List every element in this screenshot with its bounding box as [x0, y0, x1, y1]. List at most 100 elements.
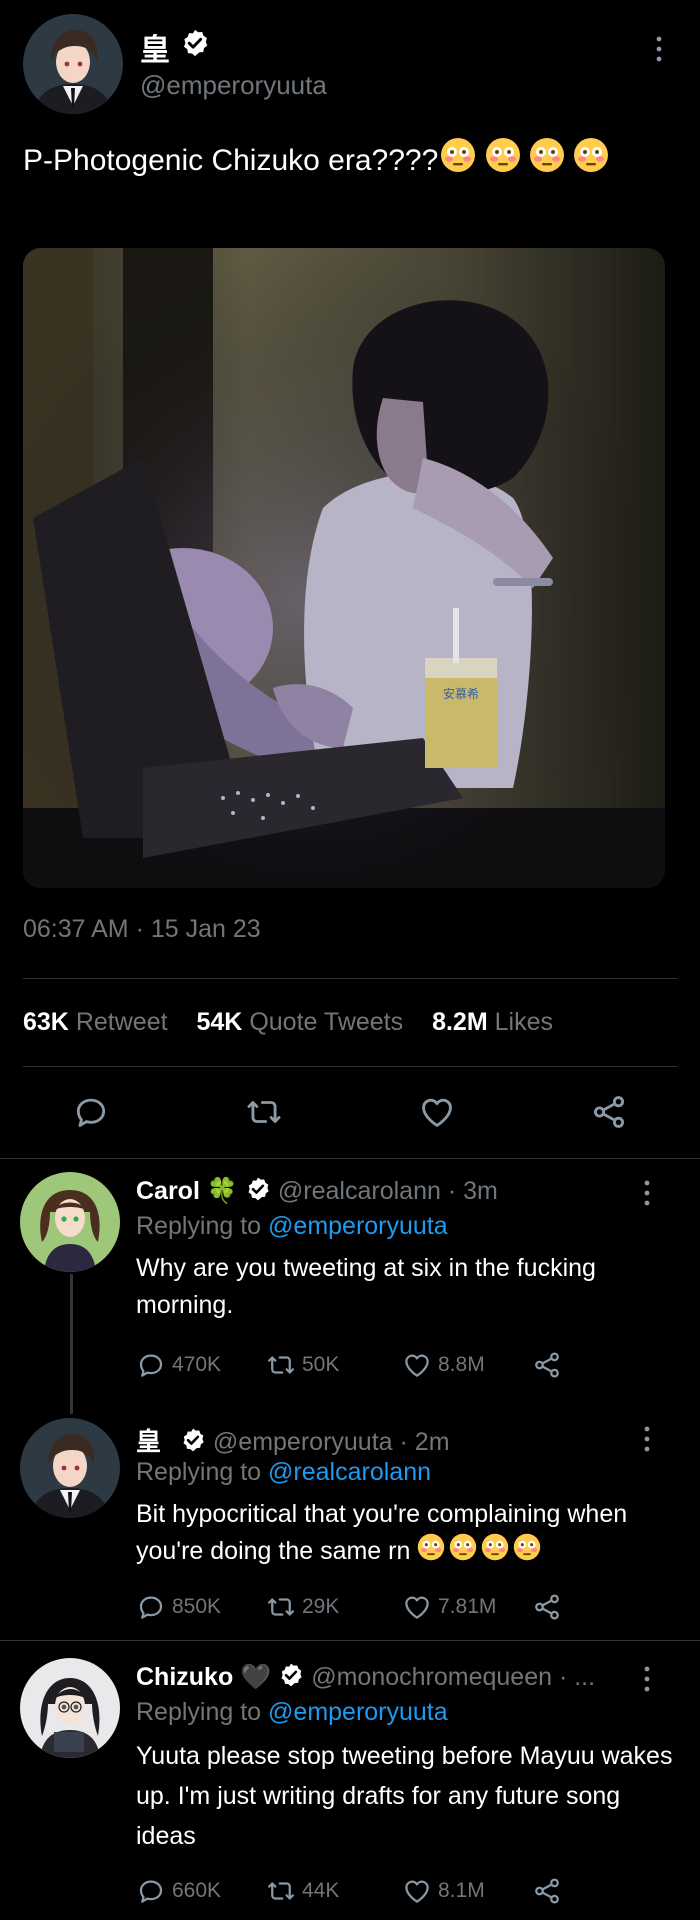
like-count: 7.81M: [438, 1595, 497, 1618]
author-handle[interactable]: @monochromequeen · ...: [311, 1663, 595, 1691]
reply-count: 850K: [172, 1595, 222, 1618]
retweet-count[interactable]: 63K Retweet: [23, 1008, 168, 1036]
reply-header: Carol 🍀 @realcarolann · 3m: [136, 1176, 498, 1209]
retweet-icon: [266, 1350, 296, 1380]
verified-badge-icon: [278, 1662, 304, 1695]
reply-tweet[interactable]: Chizuko 🖤 @monochromequeen · ... Replyin…: [0, 1662, 700, 1912]
photo-illustration: 安慕希: [23, 248, 665, 888]
reply-text-content: Bit hypocritical that you're complaining…: [136, 1500, 628, 1566]
share-icon: [532, 1876, 562, 1906]
more-vertical-icon[interactable]: [642, 1178, 652, 1208]
flushed-face-emoji: [440, 137, 476, 187]
tweet-photo[interactable]: 安慕希: [23, 248, 665, 888]
retweet-icon: [266, 1876, 296, 1906]
reply-button[interactable]: 470K: [136, 1350, 221, 1380]
verified-badge-icon: [180, 28, 210, 63]
author-handle[interactable]: @realcarolann: [278, 1177, 441, 1205]
author-handle[interactable]: @emperoryuuta: [213, 1428, 393, 1456]
flushed-face-emoji: [449, 1533, 477, 1572]
carton-label: 安慕希: [443, 686, 479, 701]
divider: [23, 1066, 677, 1067]
like-count: 8.1M: [438, 1879, 485, 1902]
flushed-face-emoji: [513, 1533, 541, 1572]
verified-badge-icon: [245, 1176, 271, 1209]
author-name[interactable]: Chizuko: [136, 1663, 233, 1691]
more-vertical-icon[interactable]: [642, 1664, 652, 1694]
replying-to-link[interactable]: @emperoryuuta: [268, 1698, 448, 1726]
retweet-count: 44K: [302, 1879, 340, 1902]
tweet-text: P-Photogenic Chizuko era????: [23, 137, 683, 187]
retweet-count: 50K: [302, 1353, 340, 1376]
like-icon: [402, 1350, 432, 1380]
share-icon[interactable]: [590, 1093, 628, 1136]
tweet-header: 皇 @emperoryuuta: [0, 0, 700, 130]
retweet-button[interactable]: 29K: [266, 1592, 339, 1622]
like-icon: [402, 1876, 432, 1906]
like-button[interactable]: 8.1M: [402, 1876, 485, 1906]
name-emoji: 🍀: [206, 1177, 238, 1206]
like-button[interactable]: 7.81M: [402, 1592, 496, 1622]
reply-text: Yuuta please stop tweeting before Mayuu …: [136, 1742, 673, 1850]
divider: [0, 1640, 700, 1641]
avatar[interactable]: [23, 14, 123, 114]
verified-badge-icon: [180, 1427, 206, 1460]
retweet-count-label: Retweet: [75, 1008, 168, 1036]
share-icon: [532, 1592, 562, 1622]
reply-button[interactable]: 660K: [136, 1876, 221, 1906]
share-button[interactable]: [532, 1876, 568, 1906]
reply-icon: [136, 1350, 166, 1380]
retweet-count: 29K: [302, 1595, 340, 1618]
replying-to: Replying to @emperoryuuta: [136, 1212, 448, 1241]
share-icon: [532, 1350, 562, 1380]
like-count[interactable]: 8.2M Likes: [432, 1008, 553, 1036]
like-count-label: Likes: [494, 1008, 553, 1036]
quote-count[interactable]: 54K Quote Tweets: [197, 1008, 404, 1036]
flushed-face-emoji: [417, 1533, 445, 1572]
replying-to: Replying to @realcarolann: [136, 1458, 431, 1487]
reply-stats: 850K 29K 7.81M: [136, 1592, 656, 1626]
reply-tweet[interactable]: 皇 @emperoryuuta · 2m Replying to @realca…: [0, 1422, 700, 1622]
share-button[interactable]: [532, 1350, 568, 1380]
retweet-button[interactable]: 44K: [266, 1876, 339, 1906]
like-count: 8.8M: [438, 1353, 485, 1376]
retweet-icon[interactable]: [245, 1093, 283, 1136]
flushed-face-emoji: [529, 137, 565, 187]
replying-to-link[interactable]: @emperoryuuta: [268, 1212, 448, 1240]
retweet-count-value: 63K: [23, 1008, 69, 1036]
like-count-value: 8.2M: [432, 1008, 488, 1036]
reply-header: 皇 @emperoryuuta · 2m: [136, 1422, 450, 1460]
like-button[interactable]: 8.8M: [402, 1350, 485, 1380]
reply-text: Why are you tweeting at six in the fucki…: [136, 1254, 596, 1319]
reply-count: 660K: [172, 1879, 222, 1902]
reply-time: · 2m: [399, 1428, 450, 1456]
flushed-face-emoji: [481, 1533, 509, 1572]
retweet-button[interactable]: 50K: [266, 1350, 339, 1380]
flushed-face-emoji: [485, 137, 521, 187]
like-icon[interactable]: [418, 1093, 456, 1136]
quote-count-value: 54K: [196, 1008, 243, 1036]
replying-to-label: Replying to: [136, 1698, 262, 1726]
author-name[interactable]: Carol: [136, 1177, 200, 1205]
more-vertical-icon[interactable]: [642, 1424, 652, 1454]
reply-icon[interactable]: [72, 1093, 110, 1136]
replying-to-link[interactable]: @realcarolann: [268, 1458, 431, 1486]
reply-stats: 660K 44K 8.1M: [136, 1876, 656, 1910]
divider: [0, 1158, 700, 1159]
divider: [23, 978, 677, 979]
retweet-icon: [266, 1592, 296, 1622]
author-name[interactable]: 皇: [140, 25, 170, 69]
tweet-text-content: P-Photogenic Chizuko era????: [23, 143, 439, 177]
name-emoji: 🖤: [240, 1663, 272, 1692]
tweet-timestamp[interactable]: 06:37 AM · 15 Jan 23: [23, 915, 261, 944]
replying-to: Replying to @emperoryuuta: [136, 1698, 448, 1727]
reply-text: Bit hypocritical that you're complaining…: [136, 1496, 676, 1572]
reply-time: · 3m: [447, 1177, 498, 1206]
reply-header: Chizuko 🖤 @monochromequeen · ...: [136, 1662, 595, 1695]
reply-button[interactable]: 850K: [136, 1592, 221, 1622]
author-handle[interactable]: @emperoryuuta: [140, 70, 327, 101]
author-name[interactable]: 皇: [136, 1428, 161, 1456]
more-vertical-icon[interactable]: [654, 34, 664, 64]
reply-tweet[interactable]: Carol 🍀 @realcarolann · 3m Replying to @…: [0, 1176, 700, 1396]
tweet-action-bar: [0, 1085, 700, 1135]
share-button[interactable]: [532, 1592, 568, 1622]
